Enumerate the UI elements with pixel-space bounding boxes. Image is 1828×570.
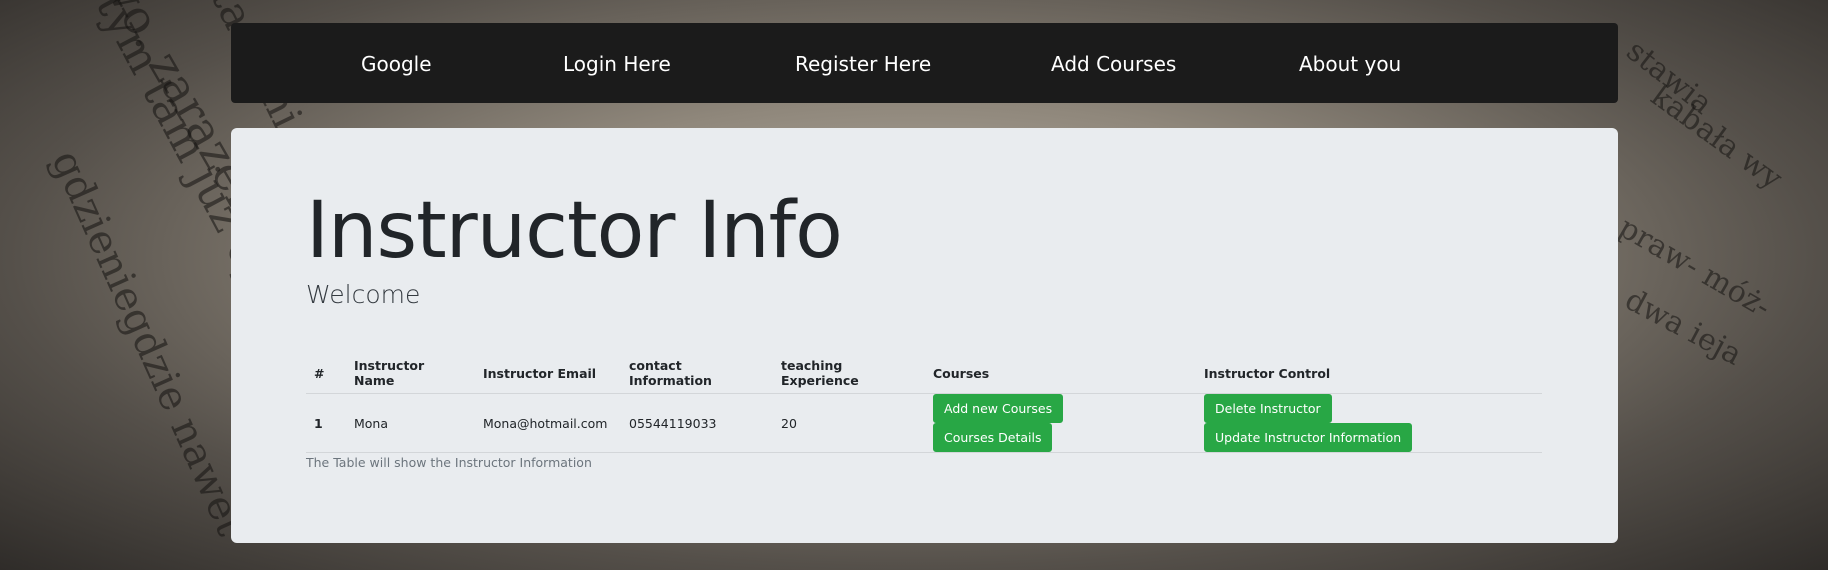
instructor-table: # Instructor Name Instructor Email conta… [306,353,1542,453]
delete-instructor-button[interactable]: Delete Instructor [1204,394,1332,423]
table-header-row: # Instructor Name Instructor Email conta… [306,353,1542,394]
column-header-instructor-name: Instructor Name [346,353,475,394]
column-header-number: # [306,353,346,394]
contact-information: 05544119033 [621,393,773,453]
column-header-instructor-email: Instructor Email [475,353,621,394]
teaching-experience: 20 [773,393,925,453]
top-navbar: Google Login Here Register Here Add Cour… [231,23,1618,103]
page-subtitle: Welcome [306,280,421,309]
nav-link-register[interactable]: Register Here [795,52,931,76]
instructor-control-cell: Delete Instructor Update Instructor Info… [1196,393,1542,453]
row-number: 1 [306,393,346,453]
nav-link-google[interactable]: Google [361,52,432,76]
nav-link-about-you[interactable]: About you [1299,52,1401,76]
instructor-name: Mona [346,393,475,453]
page-title: Instructor Info [306,186,843,276]
column-header-instructor-control: Instructor Control [1196,353,1542,394]
instructor-email: Mona@hotmail.com [475,393,621,453]
courses-details-button[interactable]: Courses Details [933,423,1053,452]
table-caption: The Table will show the Instructor Infor… [306,455,592,470]
column-header-courses: Courses [925,353,1196,394]
instructor-info-panel: Instructor Info Welcome # Instructor Nam… [231,128,1618,543]
update-instructor-information-button[interactable]: Update Instructor Information [1204,423,1413,452]
courses-cell: Add new Courses Courses Details [925,393,1196,453]
nav-link-add-courses[interactable]: Add Courses [1051,52,1176,76]
column-header-contact-information: contact Information [621,353,773,394]
column-header-teaching-experience: teaching Experience [773,353,925,394]
nav-link-login[interactable]: Login Here [563,52,671,76]
add-new-courses-button[interactable]: Add new Courses [933,394,1064,423]
table-row: 1 Mona Mona@hotmail.com 05544119033 20 A… [306,393,1542,453]
